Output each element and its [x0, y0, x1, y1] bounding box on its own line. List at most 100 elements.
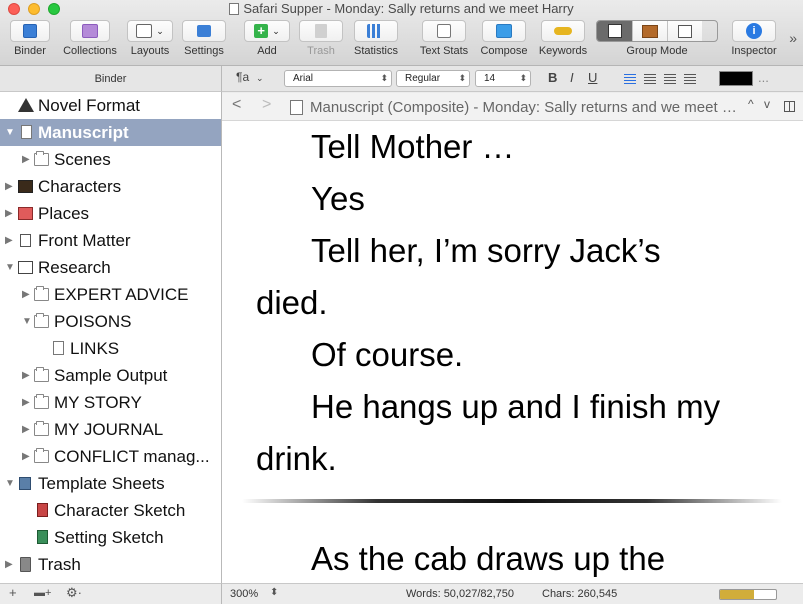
disclosure-closed-icon[interactable]: ▶	[22, 389, 32, 416]
composite-document-icon	[290, 100, 303, 115]
disclosure-open-icon[interactable]: ▼	[5, 254, 15, 281]
trash-toolbar-button[interactable]: Trash	[298, 20, 344, 60]
text-stats-toolbar-button[interactable]: Text Stats	[416, 20, 472, 60]
binder-item-sample-output[interactable]: ▶ Sample Output	[0, 362, 221, 389]
align-justify-button[interactable]	[684, 74, 696, 84]
italic-button[interactable]: I	[570, 70, 574, 85]
editor-paragraph: Yes	[311, 180, 365, 217]
info-icon: i	[746, 23, 762, 39]
binder-item-my-story[interactable]: ▶ MY STORY	[0, 389, 221, 416]
group-mode-control: Group Mode	[596, 20, 718, 60]
chevron-down-icon: ⌄	[272, 25, 280, 36]
folder-icon	[34, 313, 49, 328]
binder-item-novel-format[interactable]: Novel Format	[0, 92, 221, 119]
binder-item-conflict[interactable]: ▶ CONFLICT manag...	[0, 443, 221, 470]
add-toolbar-button[interactable]: + ⌄ Add	[244, 20, 290, 60]
statistics-toolbar-button[interactable]: Statistics	[350, 20, 402, 60]
editor-paragraph: Of course.	[311, 336, 464, 373]
zoom-level[interactable]: 300%	[230, 588, 258, 600]
keywords-toolbar-button[interactable]: Keywords	[536, 20, 590, 60]
character-sketch-icon	[37, 503, 48, 517]
align-right-button[interactable]	[664, 74, 676, 84]
group-mode-corkboard-button[interactable]	[632, 21, 667, 41]
disclosure-closed-icon[interactable]: ▶	[22, 443, 32, 470]
collections-toolbar-button[interactable]: Collections	[58, 20, 122, 60]
add-folder-button[interactable]: ▬+	[34, 587, 51, 599]
binder-item-links[interactable]: LINKS	[0, 335, 221, 362]
key-icon	[554, 27, 572, 35]
zoom-stepper-icon[interactable]: ⬍	[270, 587, 278, 598]
document-separator	[242, 499, 782, 503]
underline-button[interactable]: U	[588, 70, 597, 85]
split-editor-button[interactable]	[784, 101, 795, 112]
disclosure-closed-icon[interactable]: ▶	[22, 146, 32, 173]
binder-item-front-matter[interactable]: ▶ Front Matter	[0, 227, 221, 254]
disclosure-closed-icon[interactable]: ▶	[5, 200, 15, 227]
text-editor[interactable]: Tell Mother … Yes Tell her, I’m sorry Ja…	[222, 121, 803, 583]
outliner-icon	[678, 24, 692, 38]
binder-item-characters[interactable]: ▶ Characters	[0, 173, 221, 200]
disclosure-open-icon[interactable]: ▼	[5, 119, 15, 146]
template-icon	[19, 477, 31, 490]
manuscript-icon	[21, 125, 32, 139]
binder-item-setting-sketch[interactable]: Setting Sketch	[0, 524, 221, 551]
folder-icon	[34, 286, 49, 301]
disclosure-closed-icon[interactable]: ▶	[22, 362, 32, 389]
editor-paragraph: died.	[256, 284, 328, 321]
binder-item-research[interactable]: ▼ Research	[0, 254, 221, 281]
disclosure-closed-icon[interactable]: ▶	[5, 551, 15, 578]
compose-toolbar-button[interactable]: Compose	[478, 20, 530, 60]
disclosure-closed-icon[interactable]: ▶	[5, 173, 15, 200]
trash-icon	[20, 557, 31, 572]
document-icon	[53, 341, 64, 355]
format-overflow-button[interactable]: ...	[758, 70, 769, 85]
binder-toolbar-button[interactable]: Binder	[8, 20, 52, 60]
research-icon	[18, 261, 33, 274]
align-center-button[interactable]	[644, 74, 656, 84]
target-progress-bar[interactable]	[719, 589, 777, 600]
folder-icon	[34, 421, 49, 436]
back-button[interactable]: <	[232, 96, 241, 114]
text-color-swatch[interactable]	[719, 71, 753, 86]
collections-icon	[82, 24, 98, 38]
editor-footer: 300% ⬍ Words: 50,027/82,750 Chars: 260,5…	[222, 583, 803, 604]
disclosure-closed-icon[interactable]: ▶	[5, 227, 15, 254]
binder-item-manuscript[interactable]: ▼ Manuscript	[0, 119, 221, 146]
editor-paragraph: drink.	[256, 440, 337, 477]
layouts-toolbar-button[interactable]: ⌄ Layouts	[126, 20, 174, 60]
group-mode-outliner-button[interactable]	[667, 21, 702, 41]
gear-icon[interactable]: ⚙︎·	[66, 585, 82, 601]
disclosure-open-icon[interactable]: ▼	[5, 470, 15, 497]
previous-document-button[interactable]: ^	[748, 97, 754, 111]
front-matter-icon	[20, 234, 31, 247]
disclosure-open-icon[interactable]: ▼	[22, 308, 32, 335]
binder-item-scenes[interactable]: ▶ Scenes	[0, 146, 221, 173]
settings-toolbar-button[interactable]: Settings	[180, 20, 228, 60]
toolbar-overflow-button[interactable]: »	[789, 30, 797, 46]
char-count: Chars: 260,545	[542, 588, 618, 600]
binder-item-my-journal[interactable]: ▶ MY JOURNAL	[0, 416, 221, 443]
binder-item-trash[interactable]: ▶ Trash	[0, 551, 221, 578]
group-mode-document-button[interactable]	[597, 21, 632, 41]
bold-button[interactable]: B	[548, 70, 557, 85]
binder-item-places[interactable]: ▶ Places	[0, 200, 221, 227]
chevron-down-icon: ⌄	[156, 25, 164, 36]
disclosure-closed-icon[interactable]: ▶	[22, 281, 32, 308]
editor-header: < > Manuscript (Composite) - Monday: Sal…	[222, 93, 803, 121]
inspector-toolbar-button[interactable]: i Inspector	[728, 20, 780, 60]
document-icon	[229, 3, 240, 15]
font-size-select[interactable]: 14	[475, 70, 531, 87]
binder-item-character-sketch[interactable]: Character Sketch	[0, 497, 221, 524]
font-family-select[interactable]: Arial	[284, 70, 392, 87]
binder-item-template-sheets[interactable]: ▼ Template Sheets	[0, 470, 221, 497]
add-item-button[interactable]: +	[9, 585, 17, 600]
chevron-down-icon: ⌄	[256, 73, 264, 83]
align-left-button[interactable]	[624, 74, 636, 84]
binder-item-expert-advice[interactable]: ▶ EXPERT ADVICE	[0, 281, 221, 308]
paragraph-style-menu[interactable]: ¶a	[236, 70, 249, 84]
font-weight-select[interactable]: Regular	[396, 70, 470, 87]
disclosure-closed-icon[interactable]: ▶	[22, 416, 32, 443]
next-document-button[interactable]: v	[764, 97, 770, 111]
forward-button[interactable]: >	[262, 96, 271, 114]
binder-item-poisons[interactable]: ▼ POISONS	[0, 308, 221, 335]
